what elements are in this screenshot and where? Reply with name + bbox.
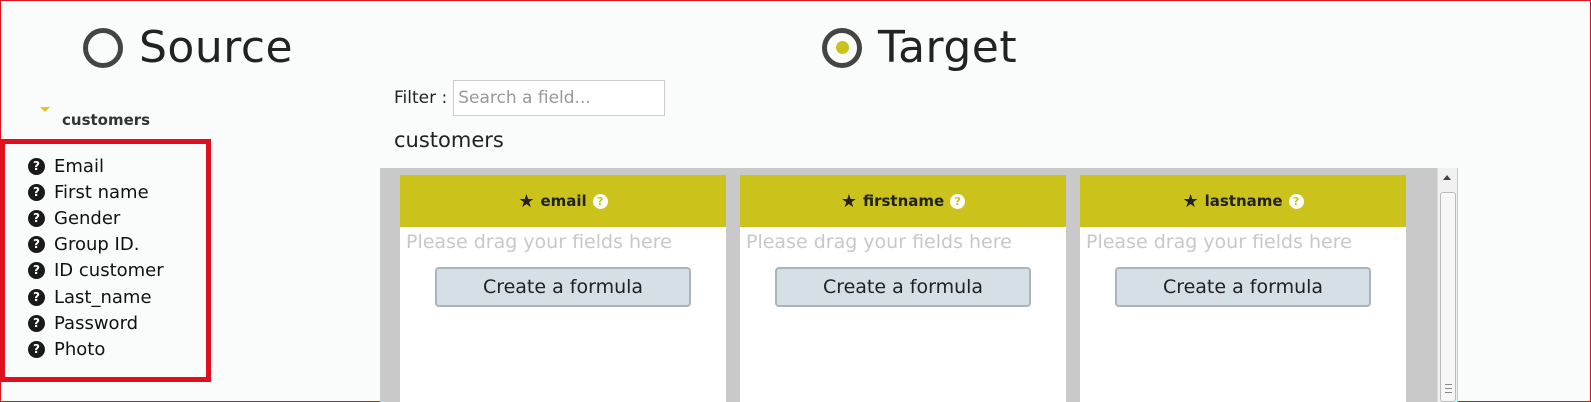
question-circle-icon: ? <box>28 236 45 254</box>
field-item[interactable]: ? Last_name <box>28 284 206 310</box>
scroll-up-arrow-icon[interactable] <box>1443 175 1451 180</box>
question-circle-icon[interactable]: ? <box>950 193 966 209</box>
column-name: firstname <box>862 192 945 210</box>
column-name: lastname <box>1204 192 1283 210</box>
field-label: Password <box>54 312 139 334</box>
field-label: Group ID. <box>54 234 140 256</box>
question-circle-icon: ? <box>28 183 45 201</box>
column-header: ★ email ? <box>400 175 726 227</box>
field-label: ID customer <box>54 260 164 282</box>
field-item[interactable]: ? Group ID. <box>28 232 206 258</box>
question-circle-icon: ? <box>28 157 45 175</box>
source-header: Source <box>83 22 293 73</box>
target-table: ★ email ? Please drag your fields here C… <box>380 168 1458 402</box>
question-circle-icon[interactable]: ? <box>592 193 608 209</box>
field-label: Photo <box>54 338 106 360</box>
caret-down-icon[interactable] <box>40 107 50 112</box>
field-item[interactable]: ? Password <box>28 310 206 336</box>
create-formula-button[interactable]: Create a formula <box>775 267 1031 307</box>
target-column-firstname[interactable]: ★ firstname ? Please drag your fields he… <box>740 175 1066 402</box>
target-header: Target <box>822 22 1017 73</box>
drop-zone-hint[interactable]: Please drag your fields here <box>1080 227 1406 253</box>
filter-label: Filter : <box>394 88 448 108</box>
grip-icon <box>1445 384 1452 393</box>
source-title: Source <box>139 22 294 73</box>
column-header: ★ lastname ? <box>1080 175 1406 227</box>
scroll-thumb[interactable] <box>1440 192 1456 402</box>
question-circle-icon[interactable]: ? <box>1288 193 1304 209</box>
field-item[interactable]: ? ID customer <box>28 258 206 284</box>
create-formula-button[interactable]: Create a formula <box>435 267 691 307</box>
field-item[interactable]: ? Photo <box>28 336 206 362</box>
field-item[interactable]: ? First name <box>28 179 206 205</box>
filter-row: Filter : <box>394 80 666 116</box>
question-circle-icon: ? <box>28 209 45 227</box>
drop-zone-hint[interactable]: Please drag your fields here <box>740 227 1066 253</box>
drop-zone-hint[interactable]: Please drag your fields here <box>400 227 726 253</box>
field-label: Email <box>54 155 104 177</box>
star-icon: ★ <box>518 190 535 212</box>
source-field-list: ? Email ? First name ? Gender ? Group ID. ? I… <box>0 139 211 382</box>
question-circle-icon: ? <box>28 288 45 306</box>
target-column-lastname[interactable]: ★ lastname ? Please drag your fields her… <box>1080 175 1406 402</box>
target-title: Target <box>878 22 1018 73</box>
search-input[interactable] <box>453 80 666 116</box>
radio-selected-icon[interactable] <box>822 27 862 68</box>
question-circle-icon: ? <box>28 262 45 280</box>
table-title: customers <box>394 128 504 152</box>
target-column-email[interactable]: ★ email ? Please drag your fields here C… <box>400 175 726 402</box>
star-icon: ★ <box>840 190 857 212</box>
question-circle-icon: ? <box>28 340 45 358</box>
column-name: email <box>540 192 587 210</box>
field-label: First name <box>54 181 149 203</box>
field-label: Gender <box>54 207 121 229</box>
tree-root-label[interactable]: customers <box>62 111 150 129</box>
question-circle-icon: ? <box>28 314 45 332</box>
field-item[interactable]: ? Email <box>28 153 206 179</box>
radio-unselected-icon[interactable] <box>83 27 123 68</box>
vertical-scrollbar[interactable] <box>1437 168 1457 402</box>
field-item[interactable]: ? Gender <box>28 205 206 231</box>
star-icon: ★ <box>1182 190 1199 212</box>
column-header: ★ firstname ? <box>740 175 1066 227</box>
field-label: Last_name <box>54 286 152 308</box>
create-formula-button[interactable]: Create a formula <box>1115 267 1371 307</box>
